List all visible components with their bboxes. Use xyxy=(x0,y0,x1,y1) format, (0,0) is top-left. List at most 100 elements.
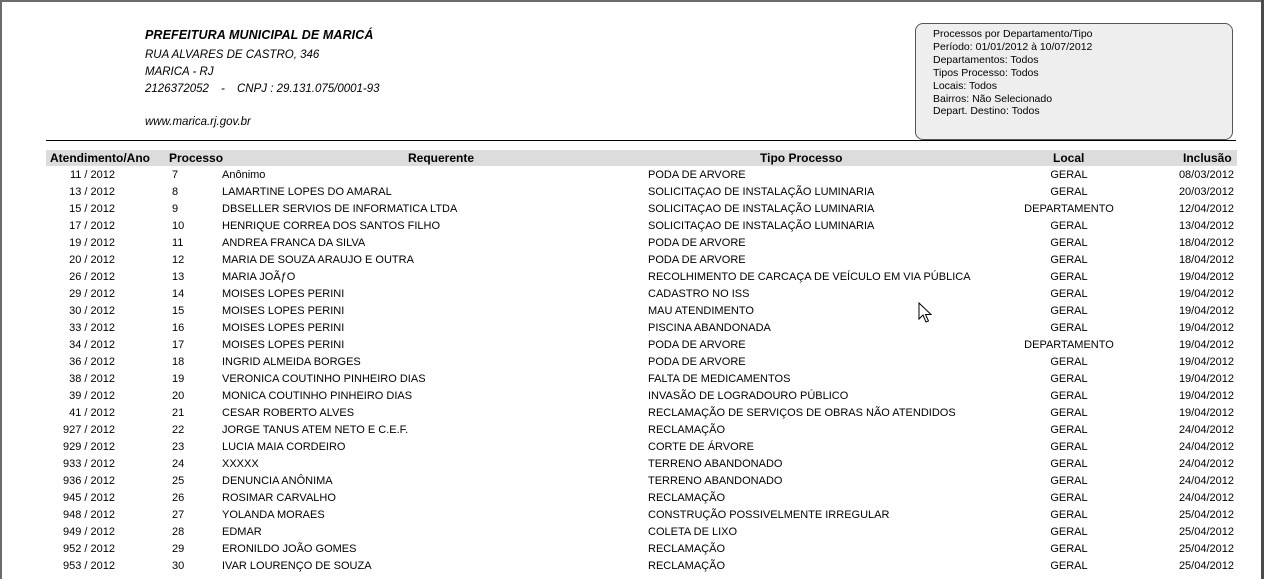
cell-tipo-processo: COLETA DE LIXO xyxy=(648,526,738,538)
cell-processo: 23 xyxy=(172,441,185,453)
filter-report-title: Processos por Departamento/Tipo xyxy=(933,28,1093,40)
cell-processo: 30 xyxy=(172,560,185,572)
cell-requerente: LUCIA MAIA CORDEIRO xyxy=(222,441,346,453)
cell-tipo-processo: SOLICITAÇAO DE INSTALAÇÃO LUMINARIA xyxy=(648,203,875,215)
cell-local: GERAL xyxy=(1050,237,1088,249)
cell-atendimento: 17 / 2012 xyxy=(69,220,115,232)
cell-inclusao: 20/03/2012 xyxy=(1178,186,1234,198)
table-row: 927 / 2012 22 JORGE TANUS ATEM NETO E C.E.… xyxy=(0,422,1264,439)
cell-local: GERAL xyxy=(1050,373,1088,385)
cell-tipo-processo: CORTE DE ÁRVORE xyxy=(648,441,754,453)
cell-requerente: ROSIMAR CARVALHO xyxy=(222,492,336,504)
organization-website: www.marica.rj.gov.br xyxy=(145,116,251,128)
cell-atendimento: 38 / 2012 xyxy=(69,373,115,385)
cell-requerente: MARIA JOÃƒO xyxy=(222,271,296,283)
cell-atendimento: 945 / 2012 xyxy=(63,492,115,504)
cell-processo: 9 xyxy=(172,203,179,215)
cell-atendimento: 34 / 2012 xyxy=(69,339,115,351)
cell-requerente: HENRIQUE CORREA DOS SANTOS FILHO xyxy=(222,220,441,232)
cell-inclusao: 19/04/2012 xyxy=(1178,407,1234,419)
cell-atendimento: 933 / 2012 xyxy=(63,458,115,470)
cell-processo: 29 xyxy=(172,543,185,555)
cell-processo: 8 xyxy=(172,186,179,198)
cell-local: GERAL xyxy=(1050,288,1088,300)
cell-atendimento: 20 / 2012 xyxy=(69,254,115,266)
organization-address: RUA ALVARES DE CASTRO, 346 xyxy=(145,49,320,61)
cell-inclusao: 24/04/2012 xyxy=(1178,475,1234,487)
cell-requerente: MOISES LOPES PERINI xyxy=(222,339,345,351)
organization-city: MARICA - RJ xyxy=(145,66,214,78)
cell-local: GERAL xyxy=(1050,271,1088,283)
table-row: 945 / 2012 26 ROSIMAR CARVALHO RECLAMAÇÃO GE… xyxy=(0,490,1264,507)
cell-atendimento: 929 / 2012 xyxy=(63,441,115,453)
table-row: 36 / 2012 18 INGRID ALMEIDA BORGES PODA DE … xyxy=(0,354,1264,371)
table-row: 39 / 2012 20 MONICA COUTINHO PINHEIRO DIAS… xyxy=(0,388,1264,405)
organization-header: PREFEITURA MUNICIPAL DE MARICÁ RUA ALVAR… xyxy=(145,27,380,131)
cell-requerente: Anônimo xyxy=(222,169,266,181)
cell-requerente: DENUNCIA ANÔNIMA xyxy=(222,475,333,487)
cell-tipo-processo: SOLICITAÇAO DE INSTALAÇÃO LUMINARIA xyxy=(648,220,875,232)
cell-processo: 19 xyxy=(172,373,185,385)
table-row: 26 / 2012 13 MARIA JOÃƒO RECOLHIMENTO DE CA… xyxy=(0,269,1264,286)
cell-tipo-processo: CONSTRUÇÃO POSSIVELMENTE IRREGULAR xyxy=(648,509,890,521)
table-row: 953 / 2012 30 IVAR LOURENÇO DE SOUZA RECLAM… xyxy=(0,558,1264,575)
table-row: 17 / 2012 10 HENRIQUE CORREA DOS SANTOS FI… xyxy=(0,218,1264,235)
cell-processo: 28 xyxy=(172,526,185,538)
cell-processo: 12 xyxy=(172,254,185,266)
cell-atendimento: 15 / 2012 xyxy=(69,203,115,215)
cell-atendimento: 39 / 2012 xyxy=(69,390,115,402)
table-row: 929 / 2012 23 LUCIA MAIA CORDEIRO CORTE DE … xyxy=(0,439,1264,456)
filter-period: Período: 01/01/2012 à 10/07/2012 xyxy=(933,40,1093,53)
organization-name: PREFEITURA MUNICIPAL DE MARICÁ xyxy=(145,28,374,42)
cell-tipo-processo: RECOLHIMENTO DE CARCAÇA DE VEÍCULO EM VI… xyxy=(648,271,971,283)
cell-inclusao: 24/04/2012 xyxy=(1178,458,1234,470)
col-header-tipo-processo: Tipo Processo xyxy=(760,151,843,165)
cell-local: DEPARTAMENTO xyxy=(1024,339,1114,351)
table-row: 30 / 2012 15 MOISES LOPES PERINI MAU ATENDI… xyxy=(0,303,1264,320)
cell-local: GERAL xyxy=(1050,220,1088,232)
cell-processo: 15 xyxy=(172,305,185,317)
cell-tipo-processo: PISCINA ABANDONADA xyxy=(648,322,771,334)
cell-inclusao: 25/04/2012 xyxy=(1178,560,1234,572)
col-header-processo: Processo xyxy=(169,151,224,165)
cell-tipo-processo: RECLAMAÇÃO DE SERVIÇOS DE OBRAS NÃO ATEN… xyxy=(648,407,956,419)
cell-local: GERAL xyxy=(1050,560,1088,572)
cell-atendimento: 29 / 2012 xyxy=(69,288,115,300)
cell-local: GERAL xyxy=(1050,509,1088,521)
cell-atendimento: 952 / 2012 xyxy=(63,543,115,555)
cell-local: GERAL xyxy=(1050,407,1088,419)
cell-local: GERAL xyxy=(1050,458,1088,470)
cell-requerente: MONICA COUTINHO PINHEIRO DIAS xyxy=(222,390,413,402)
cell-processo: 26 xyxy=(172,492,185,504)
organization-phone: 2126372052 xyxy=(145,83,209,95)
cell-processo: 13 xyxy=(172,271,185,283)
cell-processo: 21 xyxy=(172,407,185,419)
table-row: 13 / 2012 8 LAMARTINE LOPES DO AMARAL SOLIC… xyxy=(0,184,1264,201)
cell-requerente: XXXXX xyxy=(222,458,259,470)
cell-requerente: CESAR ROBERTO ALVES xyxy=(222,407,355,419)
cell-local: GERAL xyxy=(1050,475,1088,487)
cell-inclusao: 19/04/2012 xyxy=(1178,373,1234,385)
cell-requerente: ERONILDO JOÃO GOMES xyxy=(222,543,357,555)
cell-atendimento: 30 / 2012 xyxy=(69,305,115,317)
table-header: Atendimento/Ano Processo Requerente Tipo… xyxy=(46,150,1237,166)
cell-inclusao: 08/03/2012 xyxy=(1178,169,1234,181)
mouse-cursor-icon xyxy=(918,302,932,323)
cell-processo: 17 xyxy=(172,339,185,351)
table-row: 38 / 2012 19 VERONICA COUTINHO PINHEIRO DI… xyxy=(0,371,1264,388)
table-row: 20 / 2012 12 MARIA DE SOUZA ARAUJO E OUTRA… xyxy=(0,252,1264,269)
cell-tipo-processo: RECLAMAÇÃO xyxy=(648,424,726,436)
cell-local: GERAL xyxy=(1050,441,1088,453)
cell-local: GERAL xyxy=(1050,186,1088,198)
cell-local: GERAL xyxy=(1050,254,1088,266)
cell-tipo-processo: PODA DE ARVORE xyxy=(648,254,746,266)
cell-inclusao: 25/04/2012 xyxy=(1178,543,1234,555)
cell-requerente: INGRID ALMEIDA BORGES xyxy=(222,356,361,368)
table-body: 11 / 2012 7 Anônimo PODA DE ARVORE GERAL 08/0… xyxy=(0,167,1264,575)
table-row: 33 / 2012 16 MOISES LOPES PERINI PISCINA AB… xyxy=(0,320,1264,337)
cell-requerente: MOISES LOPES PERINI xyxy=(222,305,345,317)
cell-inclusao: 13/04/2012 xyxy=(1178,220,1234,232)
cell-tipo-processo: PODA DE ARVORE xyxy=(648,169,746,181)
table-row: 949 / 2012 28 EDMAR COLETA DE LIXO GERAL 25/0… xyxy=(0,524,1264,541)
cell-atendimento: 949 / 2012 xyxy=(63,526,115,538)
